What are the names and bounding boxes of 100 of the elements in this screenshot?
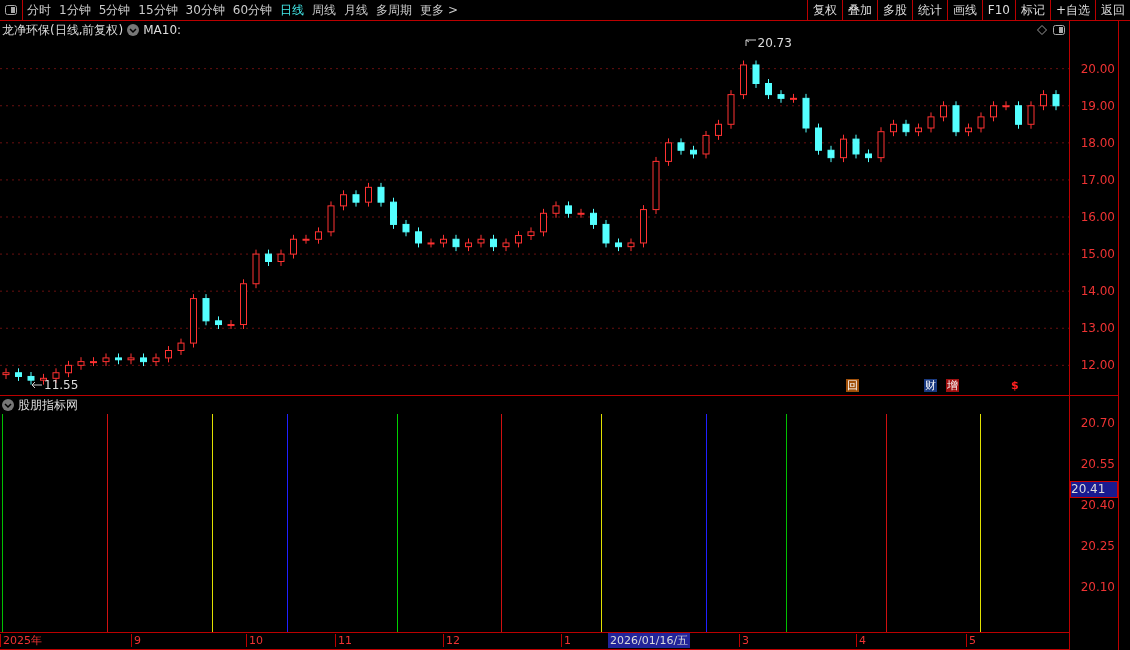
candlestick [477, 234, 485, 248]
indicator-axis-label: 20.55 [1080, 457, 1115, 471]
toolbar-button[interactable]: +自选 [1049, 0, 1095, 20]
price-axis-label: 16.00 [1080, 210, 1115, 224]
toolbar-button[interactable]: 画线 [946, 0, 982, 20]
candlestick [927, 111, 935, 133]
candlestick [490, 234, 497, 252]
period-tab[interactable]: 分时 [23, 0, 55, 20]
candlestick [40, 373, 47, 386]
indicator-axis-label: 20.40 [1080, 498, 1115, 512]
period-tab[interactable]: 1分钟 [55, 0, 95, 20]
dropdown-icon[interactable] [127, 24, 140, 36]
toolbar-button[interactable]: 复权 [806, 0, 842, 20]
event-marker[interactable]: 回 [846, 379, 859, 392]
candlestick [715, 119, 722, 141]
toolbar-button[interactable]: 统计 [911, 0, 947, 20]
period-tab[interactable]: 30分钟 [181, 0, 229, 20]
toolbar-button[interactable]: F10 [981, 0, 1015, 20]
candlestick [590, 208, 597, 230]
candlestick [790, 93, 797, 104]
panel-toggle-icon[interactable] [5, 5, 17, 15]
candlestick [115, 352, 122, 365]
price-axis-label: 18.00 [1080, 135, 1115, 150]
candlestick [190, 293, 197, 349]
candlestick [602, 219, 610, 248]
candlestick [677, 137, 685, 156]
candlestick [865, 149, 872, 163]
candlestick [840, 134, 847, 163]
candlestick [915, 123, 922, 137]
date-label: 10 [246, 634, 263, 647]
dropdown-icon[interactable] [2, 399, 14, 411]
period-tab[interactable]: 5分钟 [94, 0, 135, 20]
price-axis-label: 17.00 [1080, 172, 1115, 187]
candlestick [140, 352, 147, 367]
candlestick [77, 356, 85, 371]
period-tab[interactable]: 日线 [276, 0, 309, 20]
candlestick [627, 238, 635, 252]
period-tab[interactable]: 月线 [340, 0, 373, 20]
candlestick [165, 345, 172, 363]
candlestick [1002, 100, 1010, 111]
candlestick [277, 249, 285, 267]
chart-title: 龙净环保(日线,前复权) [2, 21, 124, 39]
indicator-axis-label: 20.25 [1080, 539, 1115, 553]
date-label: 12 [443, 634, 460, 647]
panel-toggle-icon[interactable] [1053, 25, 1065, 35]
candlestick [90, 356, 97, 367]
period-tab[interactable]: 15分钟 [134, 0, 182, 20]
candlestick [365, 182, 372, 208]
date-label: 5 [966, 634, 976, 647]
candlestick [665, 137, 672, 167]
candlestick [65, 360, 72, 378]
candlestick [452, 234, 460, 252]
period-tab[interactable]: 多周期 [372, 0, 417, 20]
period-tab[interactable]: 周线 [308, 0, 341, 20]
candlestick [352, 189, 360, 208]
candlestick [552, 200, 560, 219]
candlestick [540, 208, 547, 237]
candlestick [377, 182, 385, 208]
candlestick [302, 234, 310, 245]
candlestick [740, 60, 747, 100]
candlestick [565, 200, 572, 219]
candlestick [240, 278, 247, 330]
toolbar-button[interactable]: 多股 [876, 0, 912, 20]
toolbar-button[interactable]: 返回 [1095, 0, 1130, 20]
candlestick [952, 100, 960, 137]
period-tab[interactable]: 更多 > [416, 0, 462, 20]
cursor-date: 2026/01/16/五 [608, 633, 691, 648]
candlestick [640, 204, 647, 248]
price-label: 20.73 [757, 35, 792, 50]
indicator-title: 股朋指标网 [18, 396, 78, 414]
candlestick [265, 249, 272, 267]
date-label: 11 [335, 634, 352, 647]
candlestick [852, 134, 860, 159]
candlestick [690, 145, 697, 159]
period-tab[interactable]: 60分钟 [228, 0, 277, 20]
event-marker[interactable]: 增 [946, 379, 959, 392]
date-label: 2025年 [0, 634, 42, 647]
candlestick [1015, 100, 1022, 130]
candlestick [752, 60, 760, 89]
candlestick [177, 338, 185, 356]
date-label: 4 [856, 634, 866, 647]
candlestick [415, 226, 422, 248]
toolbar-button[interactable]: 标记 [1014, 0, 1050, 20]
candlestick [1027, 100, 1035, 130]
toolbar-button[interactable]: 叠加 [841, 0, 877, 20]
candlestick [327, 200, 335, 237]
candlestick [227, 319, 235, 330]
event-marker[interactable]: 财 [924, 379, 937, 392]
candlestick [440, 234, 447, 248]
candlestick [290, 234, 297, 260]
arrow-icon [744, 38, 757, 47]
candlestick [402, 219, 410, 237]
date-label: 3 [739, 634, 749, 647]
diamond-icon[interactable] [1037, 25, 1047, 35]
price-label: 11.55 [44, 378, 79, 392]
candlestick [577, 208, 585, 219]
event-marker[interactable]: $ [1010, 379, 1020, 392]
price-axis-label: 19.00 [1080, 98, 1115, 113]
candlestick [202, 293, 210, 326]
candlestick [890, 119, 897, 137]
